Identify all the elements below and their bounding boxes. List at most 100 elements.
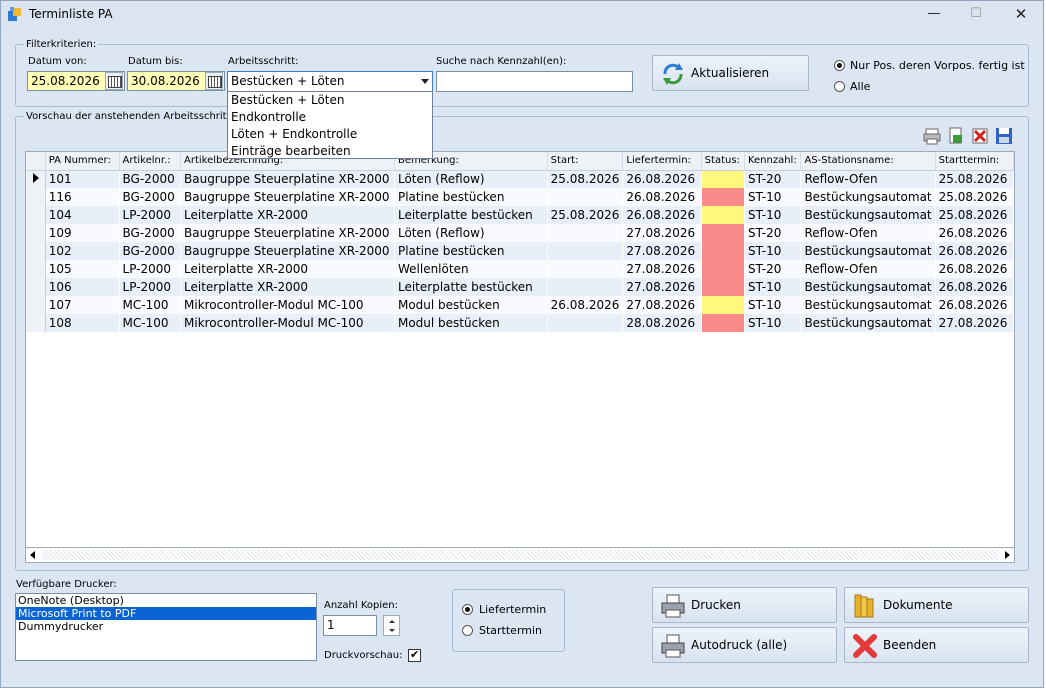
table-cell[interactable]: Mikrocontroller-Modul MC-100 <box>180 314 395 332</box>
table-cell[interactable]: Platine bestücken <box>394 188 548 206</box>
table-cell[interactable]: BG-2000 <box>119 242 182 260</box>
table-cell[interactable]: LP-2000 <box>119 278 182 296</box>
table-cell[interactable]: 26.08.2026 <box>935 260 1014 278</box>
table-cell[interactable]: 26.08.2026 <box>935 224 1014 242</box>
table-cell[interactable]: BG-2000 <box>119 188 182 206</box>
table-cell[interactable] <box>547 224 624 242</box>
status-cell[interactable] <box>701 278 745 296</box>
col-header[interactable]: Artikelnr.: <box>119 152 182 171</box>
printer-item-selected[interactable]: Microsoft Print to PDF <box>16 607 316 620</box>
documents-button[interactable]: Dokumente <box>844 587 1029 623</box>
calendar-icon[interactable] <box>205 72 223 90</box>
table-cell[interactable] <box>547 314 624 332</box>
row-header[interactable] <box>26 170 46 188</box>
table-cell[interactable] <box>547 260 624 278</box>
table-row[interactable]: 109 BG-2000 Baugruppe Steuerplatine XR-200… <box>26 224 1014 242</box>
table-cell[interactable]: Leiterplatte XR-2000 <box>180 278 395 296</box>
table-cell[interactable]: 27.08.2026 <box>622 224 702 242</box>
table-cell[interactable]: MC-100 <box>119 314 182 332</box>
dropdown-option[interactable]: Löten + Endkontrolle <box>228 126 432 143</box>
table-cell[interactable]: BG-2000 <box>119 170 182 188</box>
table-row[interactable]: 101 BG-2000 Baugruppe Steuerplatine XR-200… <box>26 170 1014 188</box>
table-row[interactable]: 104 LP-2000 Leiterplatte XR-2000 Leiterplat… <box>26 206 1014 224</box>
table-cell[interactable]: 116 <box>45 188 120 206</box>
table-cell[interactable]: Baugruppe Steuerplatine XR-2000 <box>180 224 395 242</box>
step-combobox[interactable]: Bestücken + Löten <box>227 71 433 92</box>
table-cell[interactable]: Leiterplatte bestücken <box>394 206 548 224</box>
table-cell[interactable]: 26.08.2026 <box>547 296 624 314</box>
table-cell[interactable]: ST-20 <box>744 260 802 278</box>
printer-icon[interactable] <box>923 127 941 145</box>
save-icon[interactable] <box>995 127 1013 145</box>
table-cell[interactable]: Bestückungsautomat <box>800 296 936 314</box>
table-cell[interactable]: ST-10 <box>744 242 802 260</box>
table-cell[interactable]: 27.08.2026 <box>622 296 702 314</box>
close-button[interactable]: ✕ <box>998 1 1044 27</box>
table-cell[interactable]: BG-2000 <box>119 224 182 242</box>
copies-stepper[interactable] <box>383 615 400 636</box>
exit-button[interactable]: Beenden <box>844 627 1029 663</box>
table-row[interactable]: 102 BG-2000 Baugruppe Steuerplatine XR-200… <box>26 242 1014 260</box>
table-cell[interactable]: Leiterplatte XR-2000 <box>180 206 395 224</box>
printer-listbox[interactable]: OneNote (Desktop) Microsoft Print to PDF… <box>15 593 317 661</box>
table-cell[interactable] <box>547 278 624 296</box>
table-cell[interactable]: Bestückungsautomat <box>800 242 936 260</box>
table-cell[interactable]: 109 <box>45 224 120 242</box>
dropdown-option[interactable]: Bestücken + Löten <box>228 92 432 109</box>
scroll-left-icon[interactable] <box>30 551 35 559</box>
col-header[interactable]: AS-Stationsname: <box>800 152 936 171</box>
step-dropdown-list[interactable]: Bestücken + Löten Endkontrolle Löten + E… <box>227 91 433 159</box>
table-cell[interactable]: Reflow-Ofen <box>800 170 936 188</box>
table-cell[interactable]: LP-2000 <box>119 206 182 224</box>
table-cell[interactable]: Reflow-Ofen <box>800 260 936 278</box>
maximize-button[interactable]: ☐ <box>953 1 999 27</box>
table-cell[interactable]: 26.08.2026 <box>622 206 702 224</box>
scrollbar-thumb[interactable] <box>42 550 998 560</box>
status-cell[interactable] <box>701 224 745 242</box>
table-cell[interactable] <box>547 242 624 260</box>
printer-item[interactable]: Dummydrucker <box>16 620 316 633</box>
table-cell[interactable]: Modul bestücken <box>394 314 548 332</box>
table-cell[interactable]: 101 <box>45 170 120 188</box>
table-cell[interactable]: 25.08.2026 <box>547 206 624 224</box>
table-row[interactable]: 108 MC-100 Mikrocontroller-Modul MC-100 Mod… <box>26 314 1014 332</box>
table-cell[interactable]: ST-10 <box>744 206 802 224</box>
table-cell[interactable]: 25.08.2026 <box>935 206 1014 224</box>
table-cell[interactable]: MC-100 <box>119 296 182 314</box>
col-header[interactable]: Kennzahl: <box>744 152 802 171</box>
table-row[interactable]: 116 BG-2000 Baugruppe Steuerplatine XR-200… <box>26 188 1014 206</box>
table-cell[interactable]: 108 <box>45 314 120 332</box>
table-row[interactable]: 107 MC-100 Mikrocontroller-Modul MC-100 Mod… <box>26 296 1014 314</box>
table-cell[interactable]: ST-20 <box>744 170 802 188</box>
status-cell[interactable] <box>701 242 745 260</box>
table-cell[interactable]: 106 <box>45 278 120 296</box>
table-cell[interactable]: 26.08.2026 <box>622 188 702 206</box>
table-row[interactable]: 106 LP-2000 Leiterplatte XR-2000 Leiterplat… <box>26 278 1014 296</box>
row-header[interactable] <box>26 242 46 260</box>
table-cell[interactable]: ST-10 <box>744 188 802 206</box>
table-cell[interactable]: ST-10 <box>744 296 802 314</box>
data-grid[interactable]: PA Nummer: Artikelnr.: Artikelbezeichnun… <box>25 151 1015 561</box>
table-cell[interactable]: Baugruppe Steuerplatine XR-2000 <box>180 188 395 206</box>
dropdown-option[interactable]: Einträge bearbeiten <box>228 143 432 160</box>
chevron-up-icon[interactable] <box>389 620 395 623</box>
table-cell[interactable]: Bestückungsautomat <box>800 314 936 332</box>
table-cell[interactable]: LP-2000 <box>119 260 182 278</box>
table-cell[interactable]: 25.08.2026 <box>935 188 1014 206</box>
row-header[interactable] <box>26 260 46 278</box>
row-header[interactable] <box>26 188 46 206</box>
print-button[interactable]: Drucken <box>652 587 837 623</box>
table-cell[interactable]: 26.08.2026 <box>935 278 1014 296</box>
table-cell[interactable]: Bestückungsautomat <box>800 206 936 224</box>
radio-liefertermin[interactable] <box>462 604 473 615</box>
row-header[interactable] <box>26 296 46 314</box>
calendar-icon[interactable] <box>105 72 123 90</box>
table-cell[interactable]: ST-10 <box>744 314 802 332</box>
status-cell[interactable] <box>701 314 745 332</box>
table-cell[interactable] <box>547 188 624 206</box>
export-icon[interactable] <box>947 127 965 145</box>
table-cell[interactable]: 25.08.2026 <box>935 170 1014 188</box>
table-cell[interactable]: 26.08.2026 <box>935 242 1014 260</box>
table-cell[interactable]: 27.08.2026 <box>622 278 702 296</box>
table-cell[interactable]: 104 <box>45 206 120 224</box>
